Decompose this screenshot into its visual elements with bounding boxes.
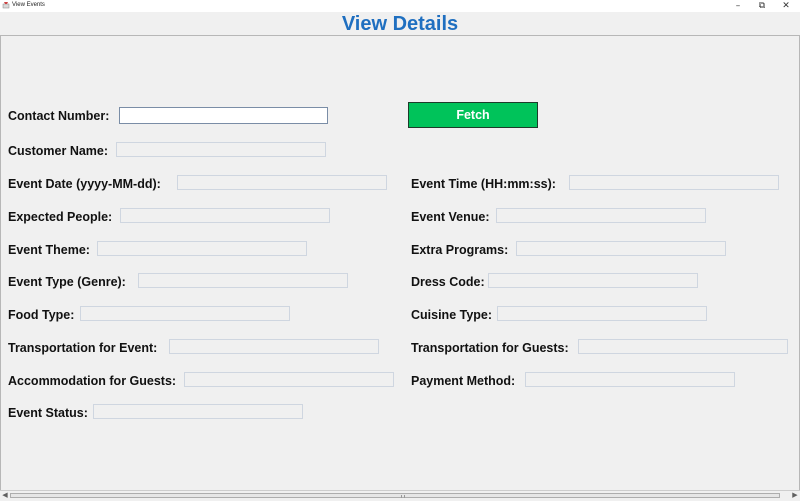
event-venue-label: Event Venue: [411,210,490,224]
scroll-left-arrow-icon[interactable]: ◀ [0,491,10,500]
accommodation-label: Accommodation for Guests: [8,374,177,388]
event-time-label: Event Time (HH:mm:ss): [411,177,556,191]
minimize-button[interactable]: – [727,0,749,12]
restore-button[interactable]: ⧉ [751,0,773,12]
payment-method-field[interactable] [525,372,735,387]
event-status-field[interactable] [93,404,303,419]
accommodation-field[interactable] [184,372,394,387]
title-bar: View Events – ⧉ ✕ [0,0,800,12]
horizontal-scrollbar[interactable]: ◀ ▶ [0,490,800,501]
expected-people-label: Expected People: [8,210,113,224]
event-status-label: Event Status: [8,406,88,420]
event-type-field[interactable] [138,273,348,288]
event-time-field[interactable] [569,175,779,190]
food-type-field[interactable] [80,306,290,321]
cuisine-type-field[interactable] [497,306,707,321]
extra-programs-field[interactable] [516,241,726,256]
event-type-label: Event Type (Genre): [8,275,126,289]
transport-guests-label: Transportation for Guests: [411,341,569,355]
transport-event-field[interactable] [169,339,379,354]
transport-guests-field[interactable] [578,339,788,354]
expected-people-field[interactable] [120,208,330,223]
window-title: View Events [12,2,45,8]
extra-programs-label: Extra Programs: [411,243,509,257]
customer-name-field[interactable] [116,142,326,157]
event-date-field[interactable] [177,175,387,190]
scroll-right-arrow-icon[interactable]: ▶ [790,491,800,500]
view-events-window: View Events – ⧉ ✕ View Details Contact N… [0,0,800,501]
payment-method-label: Payment Method: [411,374,516,388]
dress-code-label: Dress Code: [411,275,485,289]
scrollbar-grip-icon [401,495,405,498]
scrollbar-thumb[interactable] [10,493,780,498]
java-app-icon [2,2,10,9]
details-panel [0,35,800,491]
close-button[interactable]: ✕ [775,0,797,12]
contact-number-label: Contact Number: [8,109,110,123]
customer-name-label: Customer Name: [8,144,109,158]
cuisine-type-label: Cuisine Type: [411,308,493,322]
page-title: View Details [341,13,459,35]
contact-number-input[interactable] [119,107,328,124]
event-date-label: Event Date (yyyy-MM-dd): [8,177,161,191]
event-venue-field[interactable] [496,208,706,223]
event-theme-field[interactable] [97,241,307,256]
food-type-label: Food Type: [8,308,75,322]
dress-code-field[interactable] [488,273,698,288]
transport-event-label: Transportation for Event: [8,341,158,355]
event-theme-label: Event Theme: [8,243,90,257]
fetch-button[interactable]: Fetch [408,102,538,128]
